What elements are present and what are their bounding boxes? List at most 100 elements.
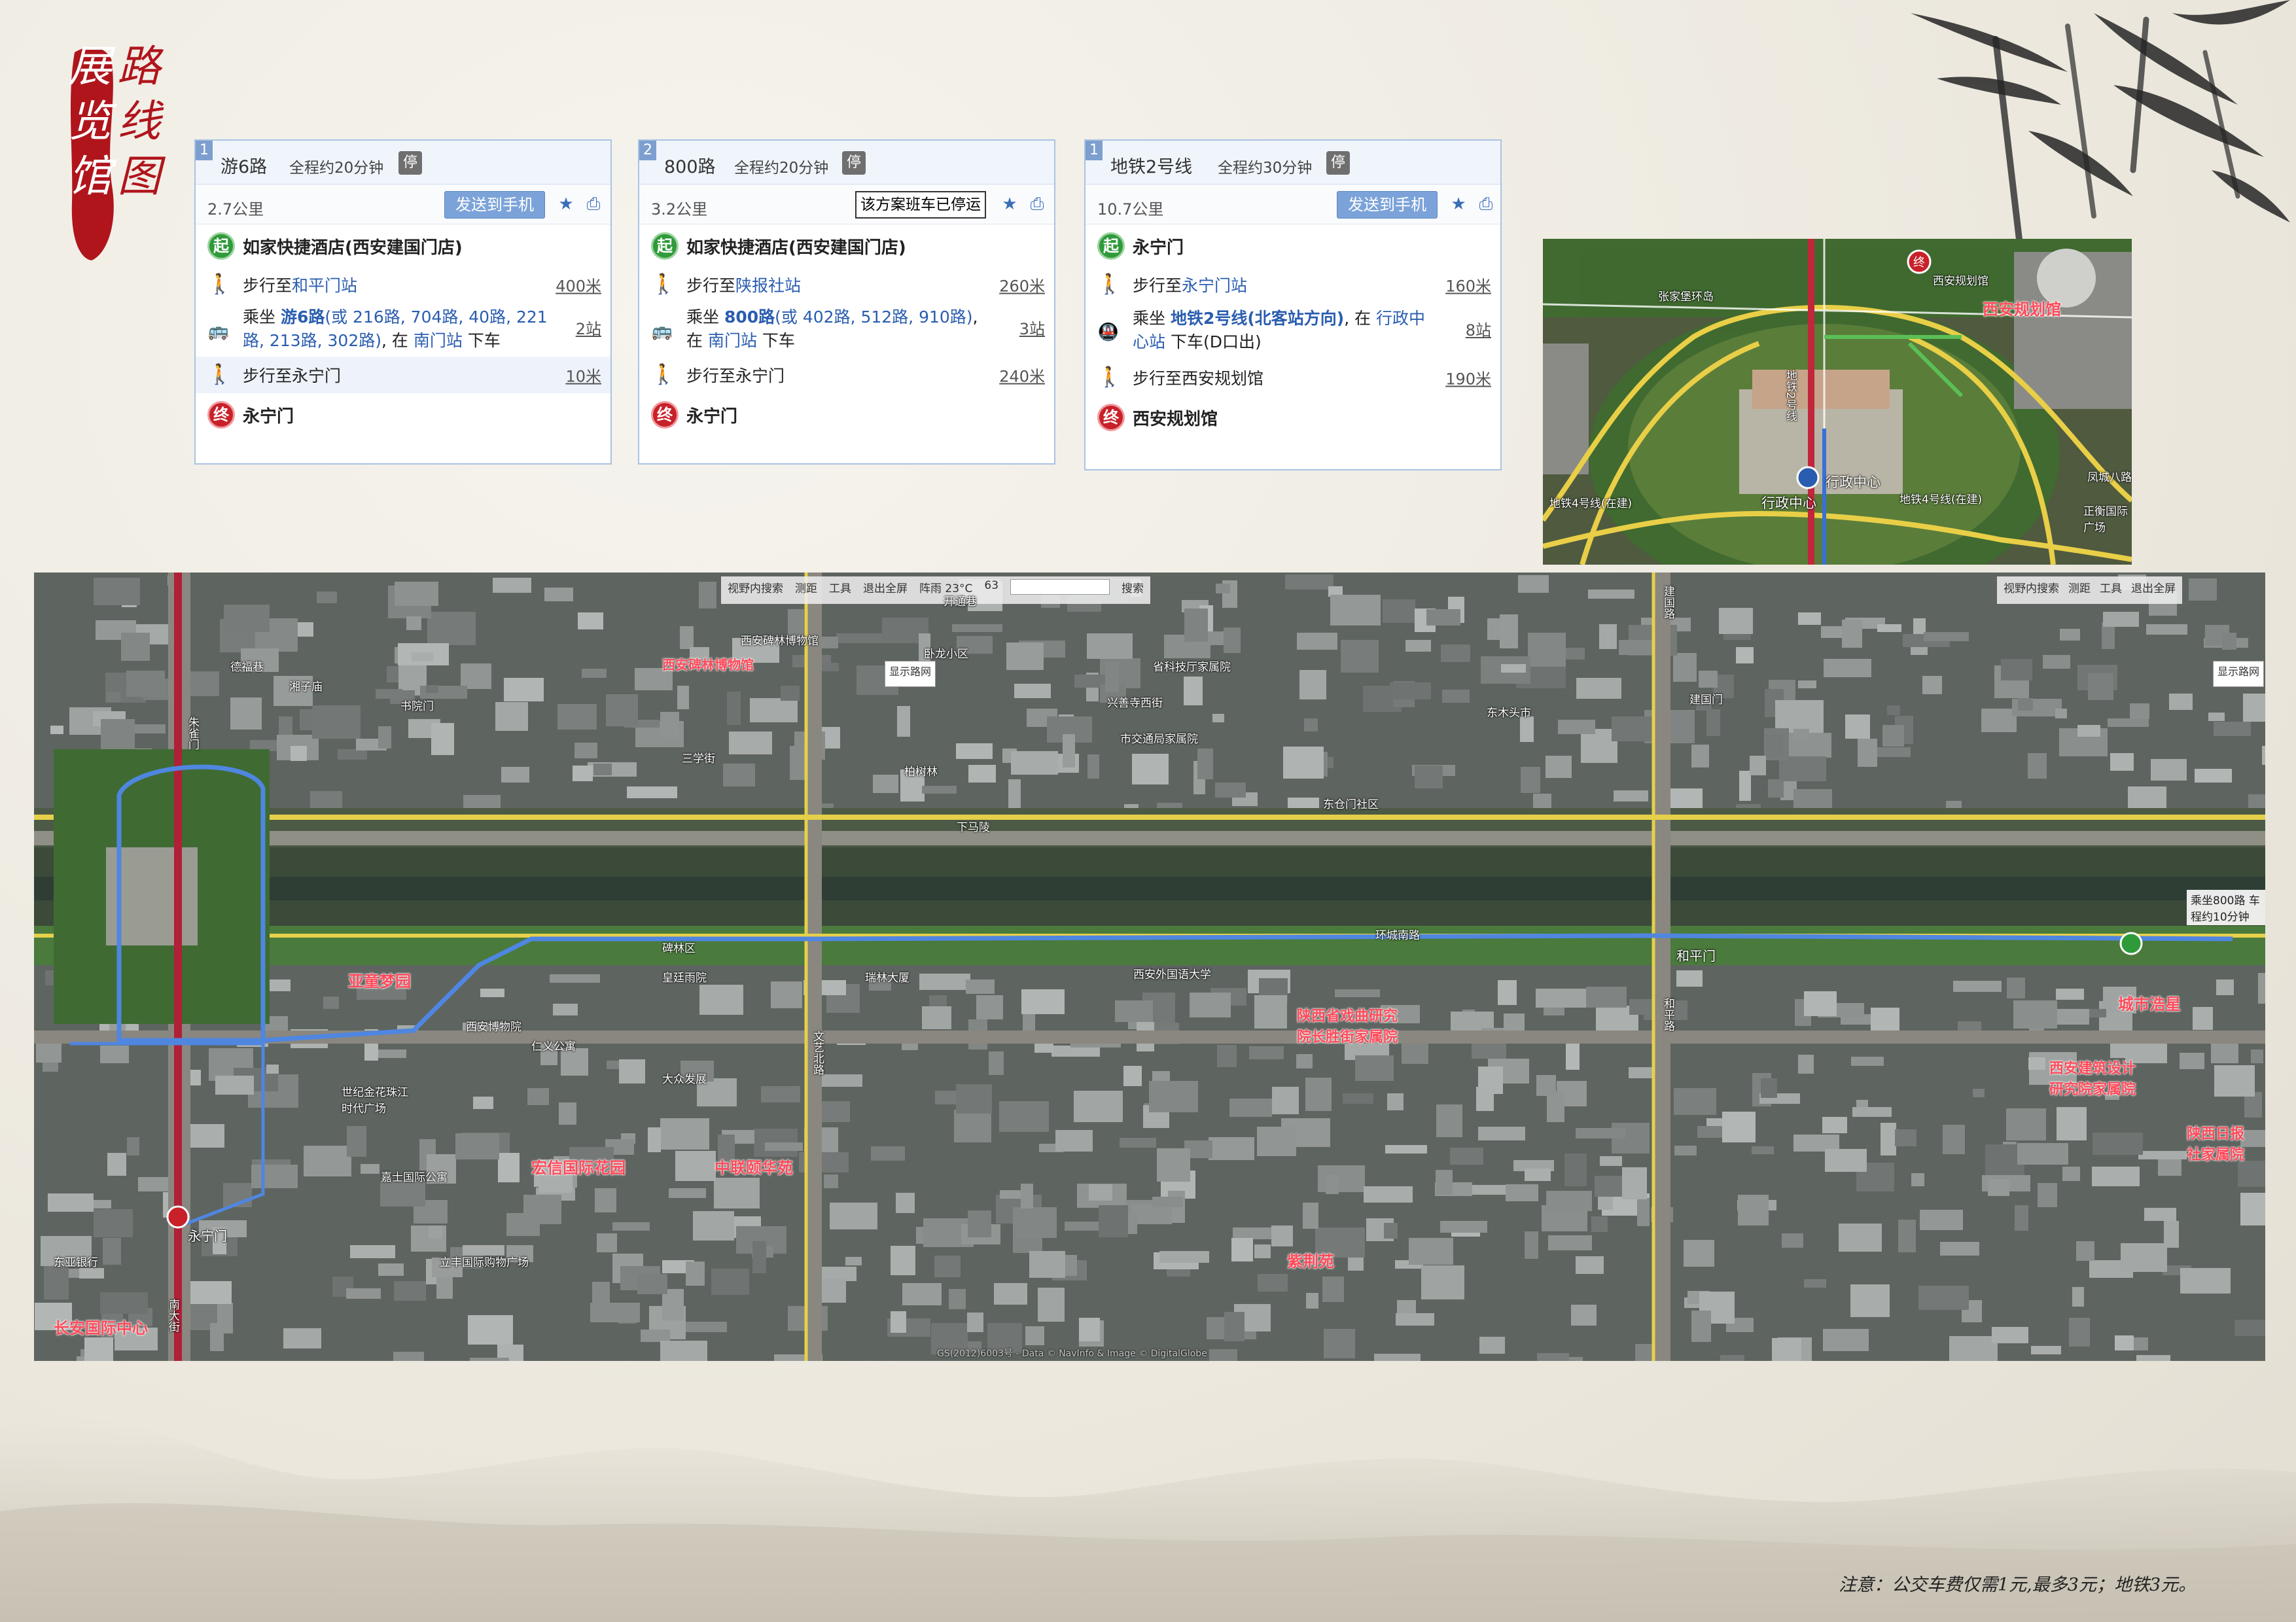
suspended-tooltip: 该方案班车已停运 (855, 191, 986, 219)
favorite-star-icon[interactable]: ★ (1000, 195, 1019, 213)
area-search-button[interactable]: 视野内搜索 (2004, 579, 2059, 601)
send-to-phone-button[interactable]: 发送到手机 (444, 191, 545, 219)
planning-hall-small-label: 西安规划馆 (1933, 275, 1988, 288)
map-toolbar: 视野内搜索 测距 工具 退出全屏 阵雨 23°C 63 搜索 (721, 576, 1151, 604)
bus-line-link[interactable]: 800路 (724, 308, 775, 326)
route-satellite-map[interactable]: 视野内搜索 测距 工具 退出全屏 阵雨 23°C 63 搜索 视野内搜索 测距 … (34, 573, 2265, 1361)
favorite-star-icon[interactable]: ★ (1449, 195, 1468, 213)
ride-step: 🚌 乘坐 800路(或 402路, 512路, 910路), 在 南门站 下车 … (651, 308, 1045, 350)
route-distance: 3.2公里 (651, 200, 708, 219)
favorite-star-icon[interactable]: ★ (557, 195, 575, 213)
measure-button[interactable]: 测距 (2068, 579, 2091, 601)
route-name: 地铁2号线 (1110, 157, 1193, 177)
route-card-3[interactable]: 1 地铁2号线 全程约30分钟 停 10.7公里 发送到手机 ★ ⎙ 起 永宁门… (1084, 139, 1502, 470)
fare-note: 注意：公交车费仅需1元,最多3元；地铁3元。 (1839, 1575, 2197, 1595)
print-icon[interactable]: ⎙ (1028, 195, 1046, 213)
end-place: 西安规划馆 (1133, 409, 1218, 429)
route-card-1[interactable]: 1 游6路 全程约20分钟 停 2.7公里 发送到手机 ★ ⎙ 起 如家快捷酒店… (194, 139, 612, 465)
map-label: 和平门 (1676, 948, 1716, 964)
map-poi-label: 长安国际中心 (54, 1319, 148, 1337)
map-label: 三学街 (682, 752, 715, 766)
route-header: 2 800路 全程约20分钟 停 (639, 141, 1054, 185)
map-poi-label: 紫荆苑 (1287, 1252, 1334, 1271)
alt-lines[interactable]: (或 402路, 512路, 910路) (775, 308, 972, 326)
walk-icon: 🚶 (651, 273, 676, 296)
walk-distance[interactable]: 160米 (1445, 273, 1491, 296)
walk-target: 永宁门 (292, 366, 342, 385)
walk-step: 🚶 步行至 永宁门 240米 (651, 363, 1045, 387)
bus-line-link[interactable]: 游6路 (281, 308, 325, 326)
ride-step: 🚌 乘坐 游6路(或 216路, 704路, 40路, 221路, 213路, … (207, 308, 601, 350)
map-label: 大众发展 (662, 1073, 707, 1086)
ride-step: 🚇 乘坐 地铁2号线(北客站方向), 在 行政中心站 下车(D口出) 8站 (1097, 309, 1491, 351)
start-row: 起 如家快捷酒店(西安建国门店) (639, 224, 1054, 268)
walk-target-link[interactable]: 永宁门站 (1182, 273, 1247, 296)
satellite-imagery: 终 (1543, 239, 2132, 565)
end-row: 终 永宁门 (639, 393, 1054, 436)
map-label: 开通巷 (944, 595, 977, 608)
stop-count[interactable]: 3站 (1019, 317, 1045, 341)
print-icon[interactable]: ⎙ (584, 195, 603, 213)
map-poi-label: 西安碑林博物馆 (662, 657, 754, 673)
map-label: 东亚银行 (54, 1256, 98, 1269)
show-roads-toggle[interactable]: 显示路网 (885, 661, 936, 687)
route-name: 游6路 (221, 157, 268, 177)
route-subbar: 10.7公里 发送到手机 ★ ⎙ (1086, 185, 1500, 224)
map-label: 省科技厅家属院 (1153, 661, 1231, 674)
tools-button[interactable]: 工具 (2100, 579, 2122, 601)
route-header: 1 游6路 全程约20分钟 停 (196, 141, 610, 185)
map-label: 西安碑林博物馆 (741, 635, 819, 648)
walk-distance[interactable]: 260米 (999, 273, 1045, 296)
walk-step: 🚶 步行至 西安规划馆 190米 (1097, 366, 1491, 389)
route-duration: 全程约20分钟 (289, 160, 384, 177)
stop-count[interactable]: 2站 (576, 317, 601, 341)
metro-4-label: 地铁4号线(在建) (1899, 493, 1983, 506)
area-search-button[interactable]: 视野内搜索 (728, 579, 783, 601)
map-copyright: GS(2012)6003号 - Data © NavInfo & Image ©… (937, 1349, 1207, 1359)
exit-fullscreen-button[interactable]: 退出全屏 (863, 579, 908, 601)
map-label: 西安博物院 (466, 1021, 521, 1034)
end-badge-icon: 终 (207, 401, 235, 429)
walk-distance[interactable]: 400米 (556, 273, 601, 296)
stop-count[interactable]: 8站 (1466, 319, 1491, 342)
map-search-input[interactable] (1010, 579, 1110, 595)
measure-button[interactable]: 测距 (795, 579, 817, 601)
end-place: 永宁门 (686, 406, 738, 427)
route-number: 2 (639, 141, 656, 160)
walk-step: 🚶 步行至 永宁门 10米 (196, 357, 610, 393)
show-roads-toggle-right[interactable]: 显示路网 (2213, 661, 2265, 687)
map-label: 东仓门社区 (1323, 798, 1379, 811)
walk-distance[interactable]: 240米 (999, 364, 1045, 387)
destination-satellite-map[interactable]: 终 西安规划馆 西安规划馆 行政中心 行政中心 地铁2号线 地铁4号线(在建) … (1543, 239, 2132, 565)
walk-step: 🚶 步行至 和平门站 400米 (207, 273, 601, 296)
alight-stop-link[interactable]: 南门站 (708, 331, 757, 350)
walk-target-link[interactable]: 和平门站 (292, 273, 357, 296)
start-place: 永宁门 (1133, 238, 1184, 258)
map-search-button[interactable]: 搜索 (1122, 579, 1144, 601)
walk-target-link[interactable]: 陕报社站 (735, 273, 801, 296)
walk-distance[interactable]: 10米 (565, 364, 601, 387)
end-badge-icon: 终 (651, 401, 679, 429)
print-icon[interactable]: ⎙ (1477, 195, 1495, 213)
walk-target: 西安规划馆 (1182, 369, 1264, 388)
exit-fullscreen-button[interactable]: 退出全屏 (2131, 579, 2176, 601)
tools-button[interactable]: 工具 (829, 579, 851, 601)
start-row: 起 永宁门 (1086, 224, 1500, 268)
title-char: 展 (68, 41, 112, 92)
send-to-phone-button[interactable]: 发送到手机 (1337, 191, 1438, 219)
route-subbar: 2.7公里 发送到手机 ★ ⎙ (196, 185, 610, 224)
route-distance: 10.7公里 (1097, 200, 1164, 219)
map-label: 嘉士国际公寓 (381, 1171, 448, 1184)
map-label: 市交通局家属院 (1120, 733, 1198, 746)
alight-stop-link[interactable]: 南门站 (414, 331, 463, 350)
start-row: 起 如家快捷酒店(西安建国门店) (196, 224, 610, 268)
walk-icon: 🚶 (207, 363, 232, 386)
route-card-2[interactable]: 2 800路 全程约20分钟 停 3.2公里 该方案班车已停运 ★ ⎙ 起 如家… (638, 139, 1055, 465)
title-seal: 展 览 馆 路 线 图 (65, 39, 164, 262)
subway-line-link[interactable]: 地铁2号线(北客站方向) (1171, 309, 1344, 328)
map-label: 朱雀门 (186, 716, 199, 750)
walk-distance[interactable]: 190米 (1445, 366, 1491, 389)
admin-center-label: 行政中心 (1826, 474, 1881, 490)
route-number: 1 (1086, 141, 1103, 160)
bamboo-ink-painting (1911, 0, 2290, 265)
